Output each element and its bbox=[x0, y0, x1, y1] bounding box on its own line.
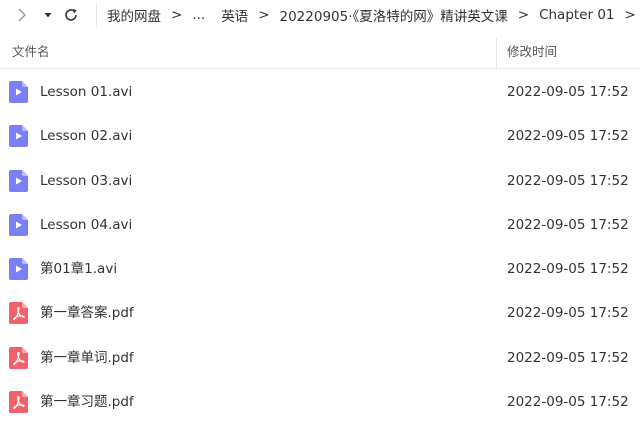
file-name: 第01章1.avi bbox=[40, 261, 118, 278]
column-divider[interactable] bbox=[496, 38, 497, 68]
file-modified-time: 2022-09-05 17:52 bbox=[507, 305, 629, 322]
forward-button[interactable] bbox=[12, 3, 32, 27]
file-name: 第一章习题.pdf bbox=[40, 394, 134, 411]
video-file-icon bbox=[9, 258, 28, 281]
file-name: 第一章答案.pdf bbox=[40, 305, 134, 322]
chevron-right-icon bbox=[18, 8, 26, 22]
toolbar: 我的网盘 > ... 英语 > 20220905·《夏洛特的网》精讲英文课 > … bbox=[0, 0, 640, 30]
breadcrumb-separator: > bbox=[624, 7, 636, 23]
breadcrumb-separator: > bbox=[517, 7, 530, 23]
breadcrumb-item-english[interactable]: 英语 bbox=[220, 5, 249, 25]
file-modified-time: 2022-09-05 17:52 bbox=[507, 84, 629, 100]
breadcrumb: 我的网盘 > ... 英语 > 20220905·《夏洛特的网》精讲英文课 > … bbox=[106, 0, 640, 30]
column-header-name[interactable]: 文件名 bbox=[12, 36, 50, 68]
file-row[interactable]: 第一章单词.pdf 2022-09-05 17:52 bbox=[0, 336, 640, 380]
breadcrumb-separator: > bbox=[258, 7, 270, 23]
caret-down-icon bbox=[44, 13, 52, 18]
file-modified-time: 2022-09-05 17:52 bbox=[507, 349, 629, 366]
video-file-icon bbox=[9, 169, 28, 192]
file-row[interactable]: Lesson 01.avi 2022-09-05 17:52 bbox=[0, 70, 640, 114]
file-row[interactable]: Lesson 03.avi 2022-09-05 17:52 bbox=[0, 159, 640, 203]
file-modified-time: 2022-09-05 17:52 bbox=[507, 128, 629, 145]
breadcrumb-item-my-drive[interactable]: 我的网盘 bbox=[106, 5, 162, 25]
file-row[interactable]: 第01章1.avi 2022-09-05 17:52 bbox=[0, 247, 640, 291]
file-modified-time: 2022-09-05 17:52 bbox=[507, 216, 629, 233]
video-file-icon bbox=[9, 125, 28, 148]
file-name: 第一章单词.pdf bbox=[40, 349, 134, 366]
pdf-file-icon bbox=[9, 346, 28, 369]
video-file-icon bbox=[9, 213, 28, 236]
file-list-header: 文件名 修改时间 bbox=[0, 36, 640, 69]
refresh-button[interactable] bbox=[60, 3, 82, 27]
file-modified-time: 2022-09-05 17:52 bbox=[507, 172, 629, 189]
breadcrumb-item-ellipsis[interactable]: ... bbox=[191, 7, 206, 23]
file-modified-time: 2022-09-05 17:52 bbox=[507, 394, 629, 411]
file-list: Lesson 01.avi 2022-09-05 17:52 Lesson 02… bbox=[0, 70, 640, 424]
pdf-file-icon bbox=[9, 391, 28, 414]
pdf-file-icon bbox=[9, 302, 28, 325]
file-modified-time: 2022-09-05 17:52 bbox=[507, 261, 629, 278]
file-name: Lesson 01.avi bbox=[40, 84, 133, 100]
file-name: Lesson 04.avi bbox=[40, 216, 133, 233]
file-row[interactable]: Lesson 04.avi 2022-09-05 17:52 bbox=[0, 203, 640, 247]
file-name: Lesson 02.avi bbox=[40, 128, 133, 145]
video-file-icon bbox=[9, 81, 28, 103]
file-name: Lesson 03.avi bbox=[40, 172, 133, 189]
breadcrumb-item-course[interactable]: 20220905·《夏洛特的网》精讲英文课 bbox=[279, 5, 509, 25]
file-row[interactable]: 第一章答案.pdf 2022-09-05 17:52 bbox=[0, 291, 640, 335]
column-header-modified[interactable]: 修改时间 bbox=[507, 36, 557, 68]
history-dropdown-button[interactable] bbox=[40, 3, 56, 27]
breadcrumb-separator: > bbox=[171, 7, 183, 23]
refresh-icon bbox=[65, 8, 77, 21]
toolbar-divider bbox=[96, 3, 97, 27]
file-row[interactable]: Lesson 02.avi 2022-09-05 17:52 bbox=[0, 114, 640, 158]
breadcrumb-item-chapter[interactable]: Chapter 01 bbox=[538, 7, 615, 23]
file-row[interactable]: 第一章习题.pdf 2022-09-05 17:52 bbox=[0, 380, 640, 424]
